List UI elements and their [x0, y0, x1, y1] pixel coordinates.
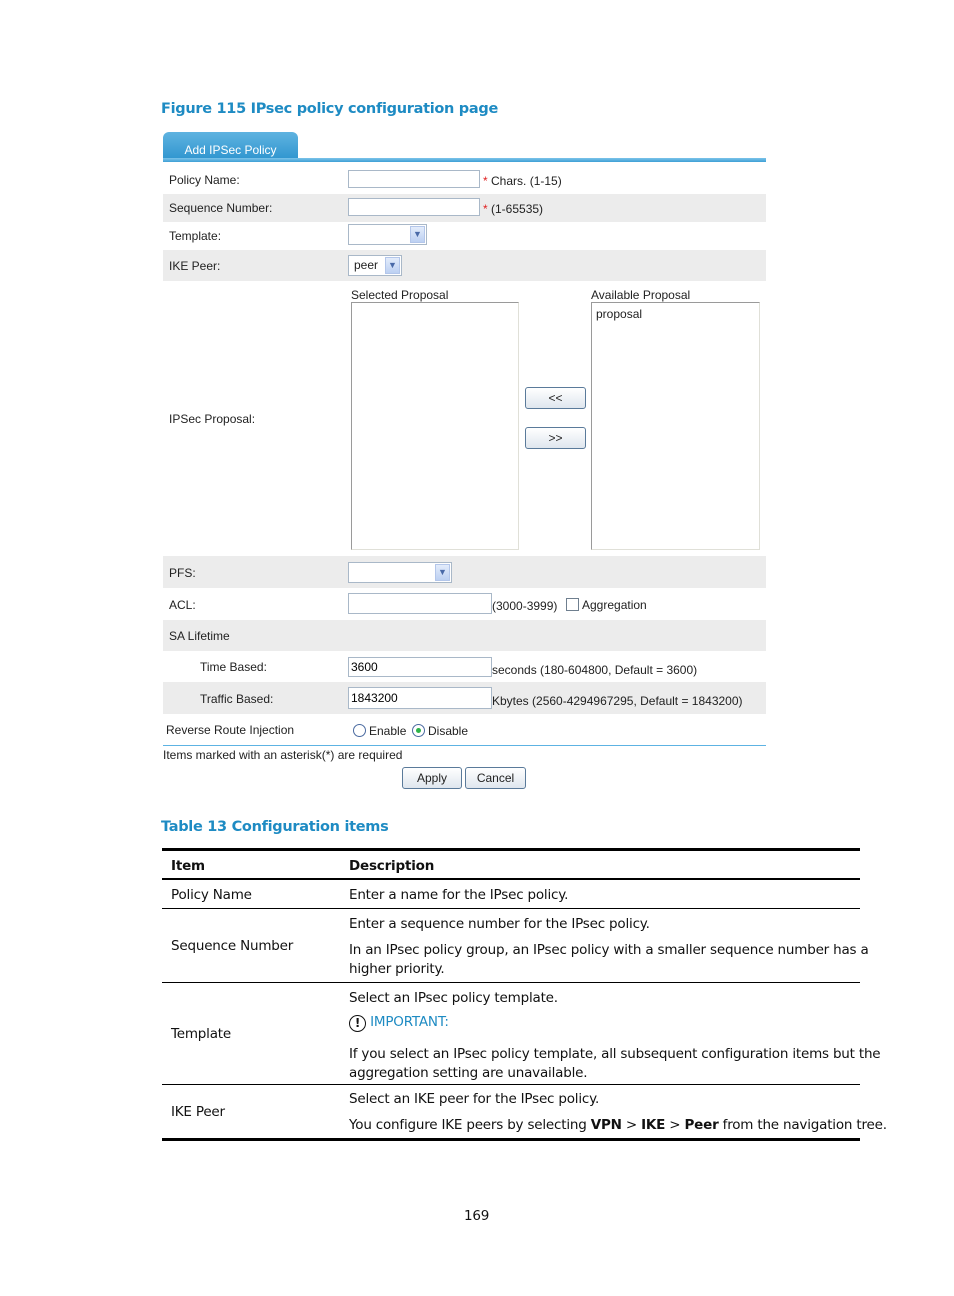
traffic-based-input[interactable]: [348, 687, 492, 709]
apply-button[interactable]: Apply: [402, 767, 462, 789]
add-proposal-button[interactable]: <<: [525, 387, 586, 409]
row-divider: [162, 1084, 860, 1085]
menu-ike: IKE: [641, 1117, 666, 1133]
time-based-hint: seconds (180-604800, Default = 3600): [492, 663, 698, 677]
reverse-route-injection-row: Reverse Route Injection Enable Disable: [163, 714, 766, 745]
sequence-number-hint: * (1-65535): [483, 202, 543, 216]
table-caption: Table 13 Configuration items: [161, 819, 389, 835]
sa-lifetime-label: SA Lifetime: [169, 629, 230, 643]
policy-name-label: Policy Name:: [169, 173, 240, 187]
available-proposal-list[interactable]: proposal: [591, 302, 760, 550]
table-row-item: Template: [171, 1026, 232, 1042]
template-label: Template:: [169, 229, 222, 243]
policy-name-input[interactable]: [348, 170, 480, 188]
header-rule: [162, 878, 860, 880]
chevron-down-icon[interactable]: ▼: [435, 564, 450, 581]
separator: >: [665, 1117, 685, 1133]
aggregation-checkbox[interactable]: [566, 598, 579, 611]
page-number: 169: [464, 1208, 490, 1224]
pfs-select[interactable]: ▼: [348, 562, 452, 583]
table-row-desc: aggregation setting are unavailable.: [349, 1065, 588, 1081]
menu-vpn: VPN: [590, 1117, 622, 1133]
menu-peer: Peer: [684, 1117, 719, 1133]
pfs-row: PFS: ▼: [163, 556, 766, 588]
cancel-button[interactable]: Cancel: [465, 767, 526, 789]
chevron-down-icon[interactable]: ▼: [385, 257, 400, 274]
list-item[interactable]: proposal: [596, 307, 755, 321]
ike-peer-selected-value: peer: [354, 258, 379, 272]
row-divider: [162, 982, 860, 983]
important-label: IMPORTANT:: [370, 1014, 449, 1030]
important-note: ! IMPORTANT:: [349, 1014, 449, 1032]
table-row-desc: In an IPsec policy group, an IPsec polic…: [349, 942, 869, 958]
rri-enable-option[interactable]: Enable: [353, 724, 406, 738]
header-description: Description: [349, 858, 435, 874]
policy-name-range: Chars. (1-15): [491, 174, 562, 188]
time-based-label: Time Based:: [200, 660, 267, 674]
template-row: Template: ▼: [163, 222, 766, 250]
required-note: Items marked with an asterisk(*) are req…: [163, 748, 403, 762]
important-icon: !: [349, 1015, 366, 1032]
acl-label: ACL:: [169, 598, 196, 612]
sequence-number-row: Sequence Number: * (1-65535): [163, 194, 766, 222]
header-item: Item: [171, 858, 205, 874]
desc-text: from the navigation tree.: [718, 1117, 887, 1133]
traffic-based-hint: Kbytes (2560-4294967295, Default = 18432…: [492, 694, 743, 708]
traffic-based-label: Traffic Based:: [200, 692, 274, 706]
table-row-item: Policy Name: [171, 887, 252, 903]
ike-peer-row: IKE Peer: peer ▼: [163, 250, 766, 281]
rri-enable-label: Enable: [369, 724, 407, 738]
sequence-number-label: Sequence Number:: [169, 201, 273, 215]
acl-input[interactable]: [348, 593, 492, 614]
rri-enable-radio[interactable]: [353, 724, 366, 737]
acl-hint: (3000-3999): [492, 599, 558, 613]
reverse-route-injection-label: Reverse Route Injection: [166, 723, 295, 737]
table-row-desc: If you select an IPsec policy template, …: [349, 1046, 881, 1062]
acl-row: ACL: (3000-3999) Aggregation: [163, 588, 766, 620]
sequence-number-input[interactable]: [348, 198, 480, 216]
table-top-rule: [162, 848, 860, 851]
separator: >: [621, 1117, 642, 1133]
rri-disable-radio[interactable]: [412, 724, 425, 737]
table-row-desc: Select an IPsec policy template.: [349, 990, 558, 1006]
available-proposal-label: Available Proposal: [591, 288, 691, 302]
pfs-label: PFS:: [169, 566, 196, 580]
time-based-row: Time Based: seconds (180-604800, Default…: [163, 651, 766, 682]
rri-disable-label: Disable: [428, 724, 469, 738]
policy-name-hint: * Chars. (1-15): [483, 174, 562, 188]
figure-caption: Figure 115 IPsec policy configuration pa…: [161, 101, 498, 117]
ike-peer-label: IKE Peer:: [169, 259, 221, 273]
chevron-down-icon[interactable]: ▼: [410, 226, 425, 243]
rri-disable-option[interactable]: Disable: [412, 724, 468, 738]
ipsec-proposal-label: IPSec Proposal:: [169, 412, 256, 426]
tab-add-ipsec-policy[interactable]: Add IPSec Policy: [163, 132, 298, 160]
ipsec-proposal-row: IPSec Proposal: Selected Proposal << >> …: [163, 281, 766, 556]
desc-text: You configure IKE peers by selecting: [349, 1117, 591, 1133]
table-row-item: Sequence Number: [171, 938, 294, 954]
traffic-based-row: Traffic Based: Kbytes (2560-4294967295, …: [163, 682, 766, 714]
table-row-desc: Enter a sequence number for the IPsec po…: [349, 916, 650, 932]
tab-underline: [163, 158, 766, 162]
selected-proposal-list[interactable]: [351, 302, 519, 550]
row-divider: [162, 908, 860, 909]
ike-peer-select[interactable]: peer ▼: [348, 255, 402, 276]
policy-name-row: Policy Name: * Chars. (1-15): [163, 164, 766, 194]
required-asterisk: *: [483, 174, 488, 188]
aggregation-option[interactable]: Aggregation: [566, 598, 647, 612]
selected-proposal-label: Selected Proposal: [351, 288, 449, 302]
template-select[interactable]: ▼: [348, 224, 427, 245]
remove-proposal-button[interactable]: >>: [525, 427, 586, 449]
table-row-desc: higher priority.: [349, 961, 445, 977]
table-row-desc: Enter a name for the IPsec policy.: [349, 887, 569, 903]
table-row-desc: Select an IKE peer for the IPsec policy.: [349, 1091, 600, 1107]
form-divider: [163, 745, 766, 746]
table-bottom-rule: [162, 1138, 860, 1141]
time-based-input[interactable]: [348, 657, 492, 677]
sa-lifetime-row: SA Lifetime: [163, 620, 766, 651]
table-row-desc: You configure IKE peers by selecting VPN…: [349, 1117, 887, 1133]
aggregation-label: Aggregation: [582, 598, 647, 612]
required-asterisk: *: [483, 202, 488, 216]
sequence-number-range: (1-65535): [491, 202, 544, 216]
table-row-item: IKE Peer: [171, 1104, 225, 1120]
